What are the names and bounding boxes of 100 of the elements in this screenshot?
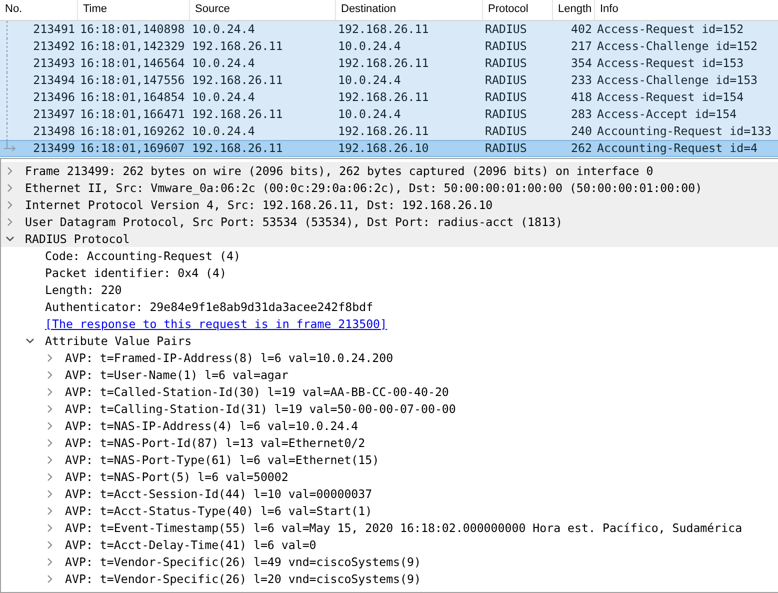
chevron-right-icon[interactable] [6, 200, 14, 208]
table-cell-text: 192.168.26.11 [191, 72, 284, 89]
tree-item[interactable]: AVP: t=Acct-Session-Id(44) l=10 val=00000037 [65, 486, 372, 500]
field-item: Code: Accounting-Request (4) [45, 248, 240, 262]
table-cell: 213494 [33, 72, 75, 89]
table-cell-text: RADIUS [484, 72, 528, 89]
tree-item[interactable]: AVP: t=Event-Timestamp(55) l=6 val=May 15, 2020 16:18:02.000000000 Hora est. Pacífico, Sudamérica [65, 520, 742, 534]
tree-item[interactable]: AVP: t=Called-Station-Id(30) l=19 val=AA-BB-CC-00-40-20 [65, 384, 449, 398]
table-cell-text: 192.168.26.11 [337, 123, 430, 140]
chevron-right-icon[interactable] [6, 184, 14, 192]
packet-row[interactable]: 213494 16:18:01,147556 192.168.26.11 10.0.24.4 RADIUS 233 Access-Challenge id=153 [0, 72, 778, 89]
table-cell-text: 192.168.26.11 [337, 89, 430, 106]
chevron-down-icon[interactable] [26, 336, 34, 344]
field-item: Packet identifier: 0x4 (4) [45, 266, 226, 280]
tree-item[interactable]: AVP: t=Calling-Station-Id(31) l=19 val=50-00-00-07-00-00 [65, 402, 456, 416]
chevron-right-icon[interactable] [6, 218, 14, 226]
table-cell-text: RADIUS [484, 106, 528, 123]
table-cell-text: 283 [570, 106, 593, 123]
chevron-right-icon[interactable] [46, 438, 54, 446]
table-cell-text: RADIUS [484, 55, 528, 72]
table-cell-text: Access-Request id=154 [596, 89, 745, 106]
table-cell-text: 10.0.24.4 [191, 123, 256, 140]
table-cell-text: 192.168.26.11 [337, 21, 430, 38]
chevron-right-icon[interactable] [46, 472, 54, 480]
table-cell: 213497 [33, 106, 75, 123]
column-header[interactable]: No. [0, 0, 78, 20]
chevron-right-icon[interactable] [46, 506, 54, 514]
column-header[interactable]: Protocol [483, 0, 553, 20]
tree-item[interactable]: AVP: t=Acct-Delay-Time(41) l=6 val=0 [65, 538, 316, 552]
packet-row[interactable]: 213497 16:18:01,166471 192.168.26.11 10.0.24.4 RADIUS 283 Access-Accept id=154 [0, 106, 778, 123]
packet-row[interactable]: 213491 16:18:01,140898 10.0.24.4 192.168.26.11 RADIUS 402 Access-Request id=152 [0, 21, 778, 38]
tree-item[interactable]: AVP: t=NAS-Port-Id(87) l=13 val=Ethernet0/2 [65, 436, 366, 450]
tree-item[interactable]: Attribute Value Pairs [45, 334, 192, 348]
chevron-right-icon[interactable] [46, 574, 54, 582]
field-item: Authenticator: 29e84e9f1e8ab9d31da3acee242f8bdf [45, 300, 374, 314]
table-cell-text: Access-Challenge id=152 [596, 38, 759, 55]
table-cell-text: Accounting-Request id=133 [596, 123, 773, 140]
tree-item[interactable]: AVP: t=Vendor-Specific(26) l=20 vnd=ciscoSystems(9) [65, 572, 421, 586]
tree-item[interactable]: AVP: t=NAS-Port(5) l=6 val=50002 [65, 470, 288, 484]
table-cell-text: 10.0.24.4 [191, 55, 256, 72]
chevron-right-icon[interactable] [46, 456, 54, 464]
chevron-right-icon[interactable] [46, 422, 54, 430]
chevron-right-icon[interactable] [46, 558, 54, 566]
table-cell: 213492 [33, 38, 75, 55]
table-cell-text: Accounting-Request id=4 [596, 141, 759, 156]
table-cell: 213491 [33, 21, 75, 38]
packet-row[interactable]: 213496 16:18:01,164854 10.0.24.4 192.168.26.11 RADIUS 418 Access-Request id=154 [0, 89, 778, 106]
tree-item[interactable]: AVP: t=User-Name(1) l=6 val=agar [65, 368, 288, 382]
tree-item[interactable]: AVP: t=Framed-IP-Address(8) l=6 val=10.0.24.200 [65, 350, 394, 364]
tree-item[interactable]: AVP: t=Vendor-Specific(26) l=49 vnd=ciscoSystems(9) [65, 554, 421, 568]
table-cell-text: RADIUS [484, 38, 528, 55]
table-cell-text: 10.0.24.4 [191, 21, 256, 38]
table-cell-text: 16:18:01,146564 [79, 55, 186, 72]
table-cell-text: 217 [570, 38, 593, 55]
table-cell-text: 16:18:01,140898 [79, 21, 186, 38]
chevron-right-icon[interactable] [46, 404, 54, 412]
column-header[interactable]: Length [553, 0, 595, 20]
chevron-down-icon[interactable] [6, 234, 14, 242]
tree-item[interactable]: AVP: t=NAS-Port-Type(61) l=6 val=Ethernet(15) [65, 452, 380, 466]
table-cell-text: 10.0.24.4 [337, 106, 402, 123]
table-cell-text: 16:18:01,169262 [79, 123, 186, 140]
table-cell: 213496 [33, 89, 75, 106]
table-cell-text: 16:18:01,142329 [79, 38, 186, 55]
column-header[interactable]: Source [190, 0, 336, 20]
column-header[interactable]: Time [78, 0, 190, 20]
table-cell-text: 402 [570, 21, 593, 38]
table-cell-text: 192.168.26.11 [191, 141, 284, 156]
chevron-right-icon[interactable] [46, 524, 54, 532]
table-cell-text: 10.0.24.4 [337, 72, 402, 89]
chevron-right-icon[interactable] [46, 370, 54, 378]
table-cell-text: 10.0.24.4 [191, 89, 256, 106]
chevron-right-icon[interactable] [46, 354, 54, 362]
tree-item[interactable]: AVP: t=NAS-IP-Address(4) l=6 val=10.0.24.4 [65, 418, 358, 432]
table-cell-text: 262 [570, 141, 593, 156]
packet-row[interactable]: 213498 16:18:01,169262 10.0.24.4 192.168.26.11 RADIUS 240 Accounting-Request id=133 [0, 123, 778, 140]
response-frame-link[interactable]: [The response to this request is in frame 213500] [45, 316, 388, 330]
table-cell-text: 233 [570, 72, 593, 89]
table-cell-text: 16:18:01,164854 [79, 89, 186, 106]
chevron-right-icon[interactable] [46, 490, 54, 498]
packet-row[interactable]: 213499 16:18:01,169607 192.168.26.11 192.168.26.10 RADIUS 262 Accounting-Request id=4 [0, 140, 778, 157]
table-cell-text: Access-Request id=152 [596, 21, 745, 38]
column-header[interactable]: Destination [336, 0, 483, 20]
table-cell-text: 16:18:01,166471 [79, 106, 186, 123]
table-cell-text: Access-Accept id=154 [596, 106, 738, 123]
table-cell-text: 240 [570, 123, 593, 140]
chevron-right-icon[interactable] [46, 388, 54, 396]
table-cell-text: 16:18:01,147556 [79, 72, 186, 89]
packet-row[interactable]: 213493 16:18:01,146564 10.0.24.4 192.168.26.11 RADIUS 354 Access-Request id=153 [0, 55, 778, 72]
tree-item[interactable]: AVP: t=Acct-Status-Type(40) l=6 val=Start(1) [65, 504, 372, 518]
table-cell-text: 10.0.24.4 [337, 38, 402, 55]
column-header[interactable]: Info [595, 0, 778, 20]
packet-row[interactable]: 213492 16:18:01,142329 192.168.26.11 10.0.24.4 RADIUS 217 Access-Challenge id=152 [0, 38, 778, 55]
table-cell-text: 192.168.26.10 [337, 141, 430, 156]
table-cell-text: RADIUS [484, 21, 528, 38]
chevron-right-icon[interactable] [6, 166, 14, 174]
chevron-right-icon[interactable] [46, 540, 54, 548]
table-cell-text: RADIUS [484, 89, 528, 106]
table-cell: 213499 [33, 141, 75, 156]
protocol-tree-item[interactable]: RADIUS Protocol [25, 232, 130, 246]
table-cell-text: Access-Challenge id=153 [596, 72, 759, 89]
